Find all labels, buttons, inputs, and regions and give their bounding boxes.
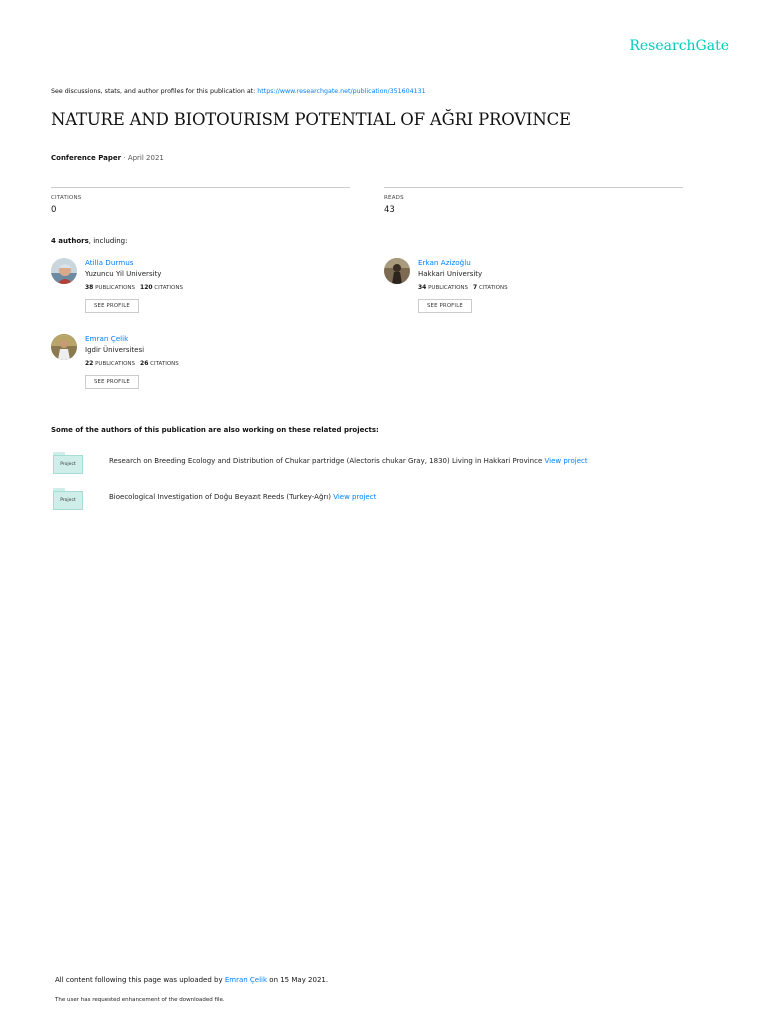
avatar-photo-icon: [51, 258, 77, 284]
author-institution: Yuzuncu Yil University: [85, 270, 162, 278]
author-publications-label: PUBLICATIONS: [95, 285, 136, 291]
publication-url-link[interactable]: https://www.researchgate.net/publication…: [257, 88, 425, 95]
page-title: NATURE AND BIOTOURISM POTENTIAL OF AĞRI …: [51, 110, 571, 129]
author-name-link[interactable]: Erkan Azizoğlu: [418, 258, 508, 268]
see-profile-button[interactable]: SEE PROFILE: [418, 299, 472, 313]
project-title-text: Research on Breeding Ecology and Distrib…: [109, 457, 543, 465]
author-stats: 38 PUBLICATIONS 120 CITATIONS: [85, 284, 183, 292]
reads-label: READS: [384, 195, 404, 201]
see-profile-button[interactable]: SEE PROFILE: [85, 375, 139, 389]
author-card: Erkan Azizoğlu Hakkari University 34 PUB…: [384, 258, 674, 322]
avatar-photo-icon: [384, 258, 410, 284]
project-folder-icon[interactable]: Project: [53, 488, 83, 510]
author-info: Atilla Durmus Yuzuncu Yil University 38 …: [85, 258, 183, 313]
project-icon-label: Project: [60, 462, 76, 467]
authors-suffix: , including:: [88, 237, 128, 245]
author-avatar[interactable]: [51, 334, 77, 360]
author-citations-label: CITATIONS: [150, 361, 179, 367]
author-publications-label: PUBLICATIONS: [95, 361, 136, 367]
author-card: Atilla Durmus Yuzuncu Yil University 38 …: [51, 258, 341, 322]
author-citations-count: 120: [140, 284, 153, 291]
publication-type: Conference Paper: [51, 154, 122, 162]
project-folder-icon[interactable]: Project: [53, 452, 83, 474]
uploader-link[interactable]: Emran Çelik: [225, 976, 267, 984]
discussion-note: See discussions, stats, and author profi…: [51, 88, 426, 95]
author-institution: Hakkari University: [418, 270, 483, 278]
related-project-item: Project Research on Breeding Ecology and…: [51, 452, 651, 478]
publication-meta: Conference Paper · April 2021: [51, 154, 164, 162]
view-project-link[interactable]: View project: [333, 493, 376, 501]
citations-value: 0: [51, 205, 57, 215]
see-profile-button[interactable]: SEE PROFILE: [85, 299, 139, 313]
meta-separator: ·: [121, 154, 128, 162]
project-title: Research on Breeding Ecology and Distrib…: [109, 457, 588, 465]
upload-note: All content following this page was uplo…: [55, 976, 328, 984]
author-name-link[interactable]: Emran Çelik: [85, 334, 179, 344]
author-info: Emran Çelik Igdir Üniversitesi 22 PUBLIC…: [85, 334, 179, 389]
author-citations-count: 26: [140, 360, 149, 367]
author-stats: 34 PUBLICATIONS 7 CITATIONS: [418, 284, 508, 292]
author-citations-label: CITATIONS: [154, 285, 183, 291]
author-card: Emran Çelik Igdir Üniversitesi 22 PUBLIC…: [51, 334, 341, 398]
project-title: Bioecological Investigation of Doğu Beya…: [109, 493, 376, 501]
citations-stat: CITATIONS 0: [51, 187, 350, 215]
reads-value: 43: [384, 205, 395, 215]
discussion-note-text: See discussions, stats, and author profi…: [51, 88, 258, 95]
upload-prefix: All content following this page was uplo…: [55, 976, 225, 984]
enhancement-note: The user has requested enhancement of th…: [55, 997, 225, 1003]
author-institution: Igdir Üniversitesi: [85, 346, 145, 354]
upload-suffix: on 15 May 2021.: [267, 976, 329, 984]
citations-label: CITATIONS: [51, 195, 82, 201]
researchgate-logo[interactable]: ResearchGate: [629, 38, 729, 54]
project-icon-label: Project: [60, 498, 76, 503]
publication-date: April 2021: [127, 154, 164, 162]
view-project-link[interactable]: View project: [545, 457, 588, 465]
author-info: Erkan Azizoğlu Hakkari University 34 PUB…: [418, 258, 508, 313]
author-avatar[interactable]: [384, 258, 410, 284]
avatar-photo-icon: [51, 334, 77, 360]
authors-count: 4 authors: [51, 237, 89, 245]
author-name-link[interactable]: Atilla Durmus: [85, 258, 183, 268]
authors-heading: 4 authors, including:: [51, 237, 127, 245]
author-publications-count: 38: [85, 284, 94, 291]
author-publications-label: PUBLICATIONS: [428, 285, 469, 291]
author-publications-count: 34: [418, 284, 427, 291]
project-title-text: Bioecological Investigation of Doğu Beya…: [109, 493, 331, 501]
related-project-item: Project Bioecological Investigation of D…: [51, 488, 651, 514]
author-citations-count: 7: [473, 284, 478, 291]
author-publications-count: 22: [85, 360, 94, 367]
related-projects-heading: Some of the authors of this publication …: [51, 426, 379, 434]
author-avatar[interactable]: [51, 258, 77, 284]
reads-stat: READS 43: [384, 187, 683, 215]
author-stats: 22 PUBLICATIONS 26 CITATIONS: [85, 360, 179, 368]
author-citations-label: CITATIONS: [478, 285, 508, 291]
